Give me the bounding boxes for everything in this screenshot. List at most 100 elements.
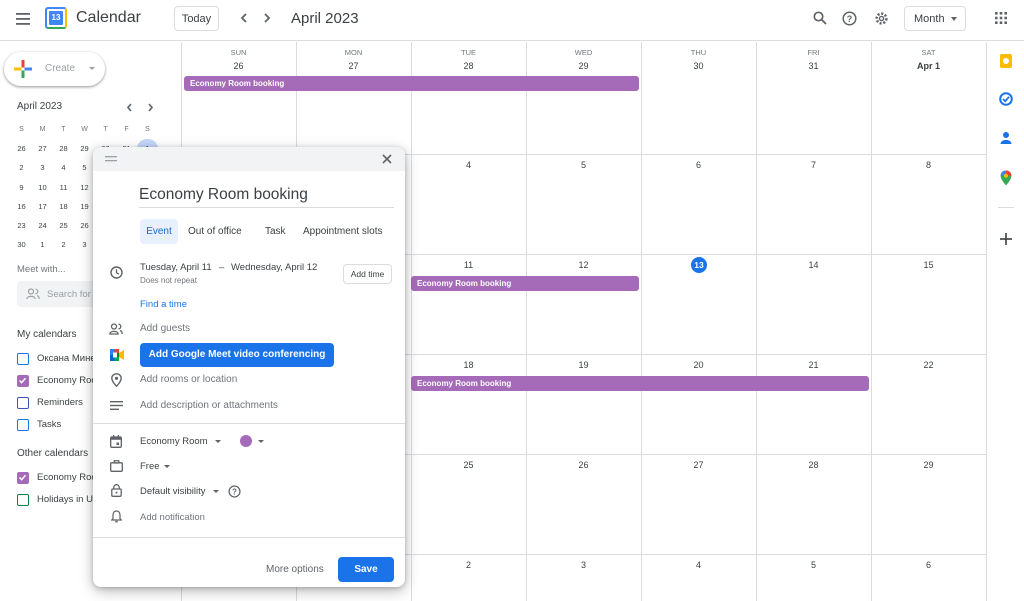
event-start-date[interactable]: Tuesday, April 11: [140, 262, 212, 273]
mini-day[interactable]: 26: [11, 139, 32, 158]
mini-next-month-icon[interactable]: [143, 100, 157, 114]
settings-gear-icon[interactable]: [872, 9, 890, 27]
mini-day[interactable]: 10: [32, 178, 53, 197]
day-number[interactable]: 7: [756, 160, 871, 170]
mini-day[interactable]: 27: [32, 139, 53, 158]
mini-day[interactable]: 16: [11, 197, 32, 216]
visibility-help-icon[interactable]: ?: [228, 485, 241, 498]
tasks-icon[interactable]: [999, 92, 1013, 106]
get-addons-plus-icon[interactable]: [1000, 233, 1012, 245]
next-period-icon[interactable]: [258, 9, 276, 27]
apps-grid-icon[interactable]: [992, 9, 1010, 27]
day-number[interactable]: 21: [756, 360, 871, 370]
today-button[interactable]: Today: [174, 6, 219, 31]
mini-day[interactable]: 18: [53, 197, 74, 216]
visibility-selector[interactable]: Default visibility: [140, 486, 205, 497]
tab-task[interactable]: Task: [265, 226, 286, 237]
search-icon[interactable]: [811, 9, 829, 27]
dialog-drag-bar[interactable]: [93, 147, 405, 171]
day-number[interactable]: 22: [871, 360, 986, 370]
mini-day[interactable]: 12: [74, 178, 95, 197]
create-button[interactable]: Create: [4, 52, 105, 86]
repeat-setting[interactable]: Does not repeat: [140, 276, 197, 285]
day-number[interactable]: 14: [756, 260, 871, 270]
main-menu-icon[interactable]: [12, 8, 34, 30]
mini-day[interactable]: 29: [74, 139, 95, 158]
add-notification-field[interactable]: Add notification: [140, 512, 205, 523]
mini-day[interactable]: 4: [53, 158, 74, 177]
calendar-list-item-label[interactable]: Оксана Мине: [37, 353, 97, 364]
add-guests-field[interactable]: Add guests: [140, 323, 190, 334]
contacts-icon[interactable]: [1000, 131, 1012, 145]
tab-out-of-office[interactable]: Out of office: [188, 226, 242, 237]
calendar-list-item-label[interactable]: Economy Roo: [37, 375, 97, 386]
other-calendars-heading[interactable]: Other calendars: [17, 448, 88, 459]
day-number[interactable]: 31: [756, 61, 871, 71]
mini-day[interactable]: 30: [11, 235, 32, 254]
mini-day[interactable]: 3: [32, 158, 53, 177]
day-number[interactable]: 5: [756, 560, 871, 570]
calendar-list-item-label[interactable]: Tasks: [37, 419, 97, 430]
day-number[interactable]: 13: [691, 257, 707, 273]
day-number[interactable]: 18: [411, 360, 526, 370]
mini-day[interactable]: 2: [11, 158, 32, 177]
calendar-selector-arrow-icon[interactable]: [215, 440, 221, 443]
visibility-arrow-icon[interactable]: [213, 490, 219, 493]
day-number[interactable]: 8: [871, 160, 986, 170]
calendar-checkbox[interactable]: [17, 494, 29, 506]
day-number[interactable]: 11: [411, 260, 526, 270]
mini-day[interactable]: 26: [74, 216, 95, 235]
day-number[interactable]: 4: [411, 160, 526, 170]
event-chip[interactable]: Economy Room booking: [184, 76, 639, 91]
drag-handle-icon[interactable]: [105, 156, 117, 162]
day-number[interactable]: 4: [641, 560, 756, 570]
mini-day[interactable]: 5: [74, 158, 95, 177]
day-number[interactable]: 19: [526, 360, 641, 370]
save-button[interactable]: Save: [338, 557, 394, 582]
day-number[interactable]: 5: [526, 160, 641, 170]
calendar-checkbox[interactable]: [17, 353, 29, 365]
mini-day[interactable]: 24: [32, 216, 53, 235]
calendar-selector[interactable]: Economy Room: [140, 436, 208, 447]
mini-day[interactable]: 1: [32, 235, 53, 254]
day-number[interactable]: 15: [871, 260, 986, 270]
more-options-button[interactable]: More options: [266, 564, 324, 575]
day-number[interactable]: 2: [411, 560, 526, 570]
mini-day[interactable]: 19: [74, 197, 95, 216]
day-number[interactable]: 6: [641, 160, 756, 170]
add-description-field[interactable]: Add description or attachments: [140, 400, 278, 411]
add-location-field[interactable]: Add rooms or location: [140, 374, 237, 385]
mini-day[interactable]: 25: [53, 216, 74, 235]
tab-appointment-slots[interactable]: Appointment slots: [303, 226, 383, 237]
calendar-list-item-label[interactable]: Reminders: [37, 397, 97, 408]
close-icon[interactable]: [382, 154, 392, 164]
day-number[interactable]: 26: [181, 61, 296, 71]
add-time-button[interactable]: Add time: [343, 264, 392, 284]
day-number[interactable]: 12: [526, 260, 641, 270]
previous-period-icon[interactable]: [235, 9, 253, 27]
day-number[interactable]: 3: [526, 560, 641, 570]
calendar-checkbox[interactable]: [17, 472, 29, 484]
add-meet-conferencing-button[interactable]: Add Google Meet video conferencing: [140, 343, 334, 367]
tab-event[interactable]: Event: [140, 219, 178, 244]
calendar-list-item-label[interactable]: Holidays in U: [37, 494, 97, 505]
mini-day[interactable]: 3: [74, 235, 95, 254]
day-number[interactable]: 28: [756, 460, 871, 470]
mini-prev-month-icon[interactable]: [122, 100, 136, 114]
maps-icon[interactable]: [1000, 170, 1012, 186]
calendar-checkbox[interactable]: [17, 397, 29, 409]
day-number[interactable]: 29: [871, 460, 986, 470]
view-switcher-button[interactable]: Month: [904, 6, 966, 31]
day-number[interactable]: 30: [641, 61, 756, 71]
day-number[interactable]: 26: [526, 460, 641, 470]
day-number[interactable]: 28: [411, 61, 526, 71]
day-number[interactable]: 25: [411, 460, 526, 470]
keep-icon[interactable]: [1000, 54, 1012, 68]
event-end-date[interactable]: Wednesday, April 12: [231, 262, 317, 273]
event-color-swatch[interactable]: [240, 435, 252, 447]
day-number[interactable]: Apr 1: [871, 61, 986, 71]
my-calendars-heading[interactable]: My calendars: [17, 329, 76, 340]
mini-day[interactable]: 9: [11, 178, 32, 197]
mini-day[interactable]: 23: [11, 216, 32, 235]
day-number[interactable]: 27: [296, 61, 411, 71]
